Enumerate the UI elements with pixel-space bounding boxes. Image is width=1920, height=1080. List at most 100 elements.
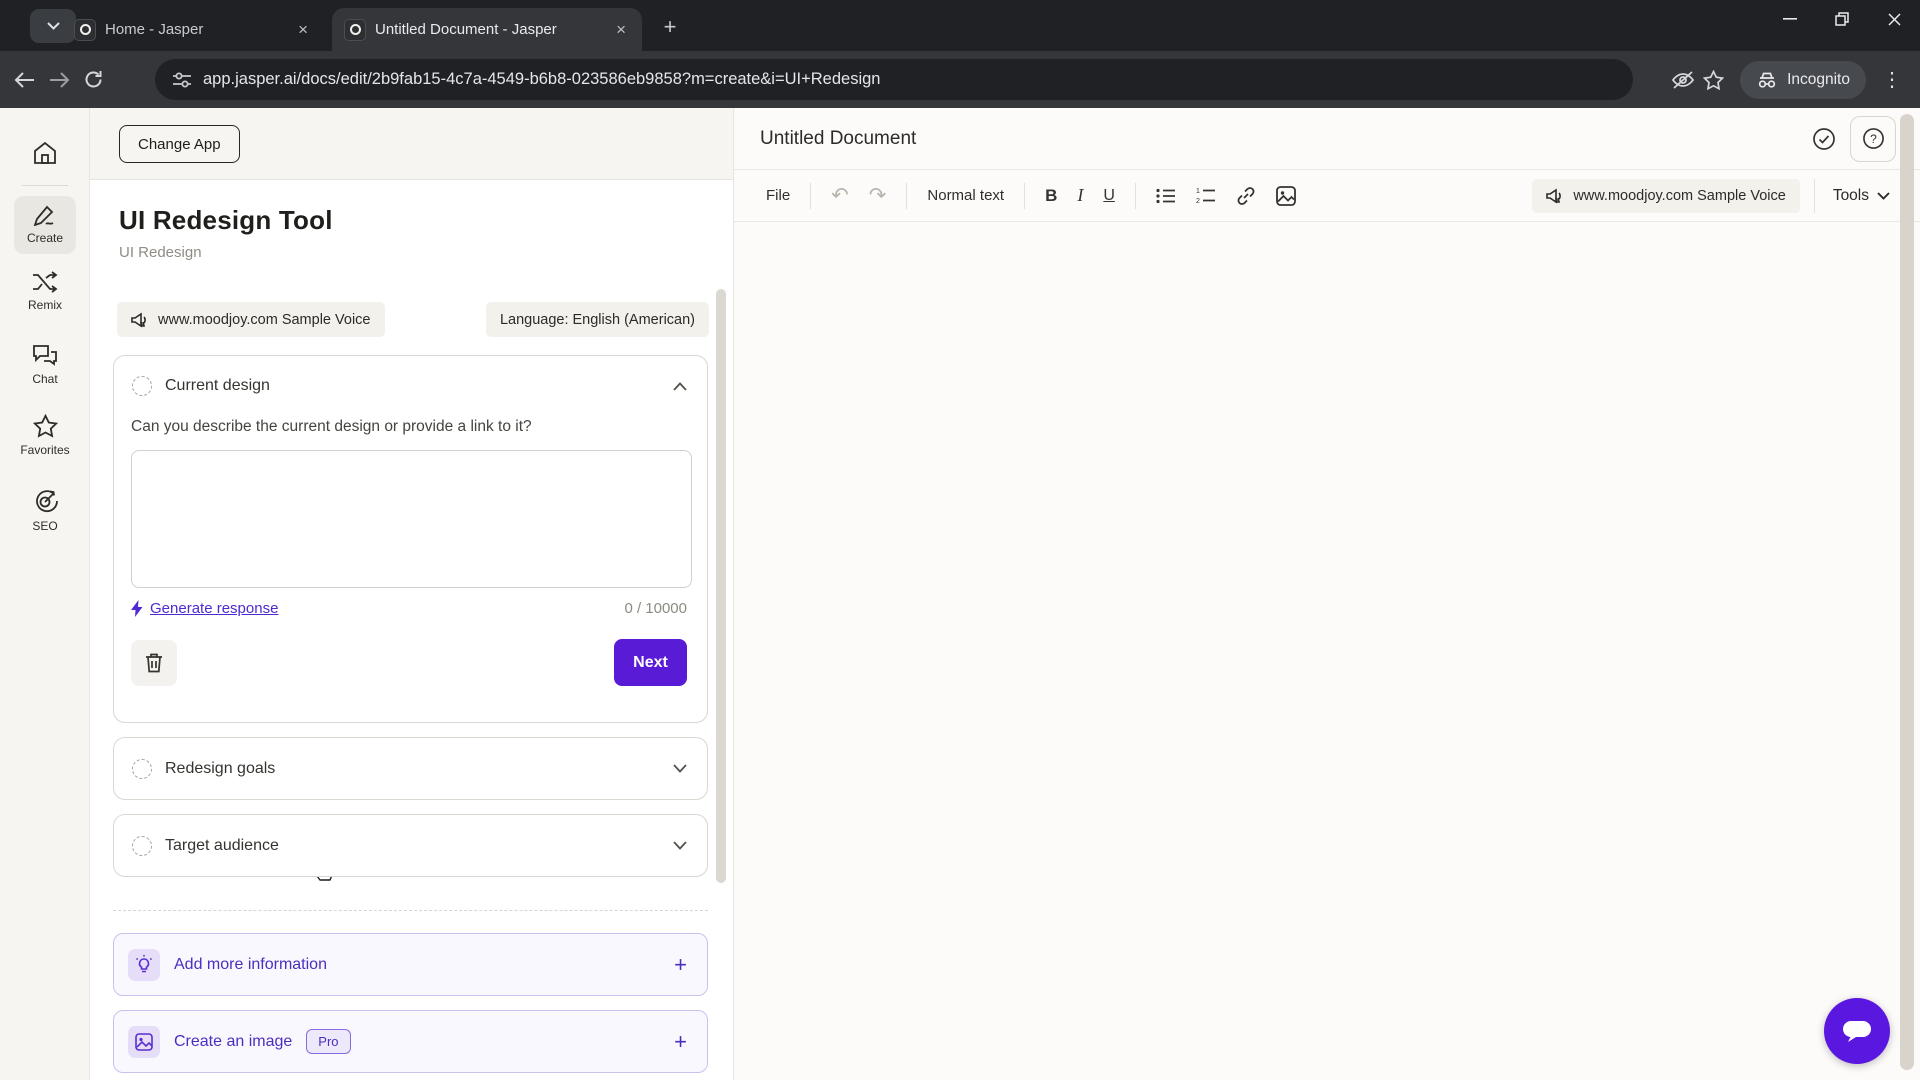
italic-button[interactable]: I <box>1067 185 1093 206</box>
chevron-down-icon <box>1877 191 1890 200</box>
current-design-card: Current design Can you describe the curr… <box>113 355 708 881</box>
incognito-badge: Incognito <box>1740 60 1866 99</box>
incognito-icon <box>1758 72 1776 88</box>
svg-text:1: 1 <box>1196 188 1200 195</box>
sidebar-item-home[interactable] <box>0 141 90 165</box>
lightning-icon <box>131 600 143 617</box>
window-minimize-button[interactable] <box>1764 0 1816 38</box>
redesign-goals-card[interactable]: Redesign goals <box>113 737 708 800</box>
document-editor: Untitled Document ? File ↶ ↷ Normal text… <box>734 108 1920 1080</box>
numbered-list-button[interactable]: 12 <box>1186 187 1226 204</box>
voice-selector-chip[interactable]: www.moodjoy.com Sample Voice <box>1532 178 1800 213</box>
close-tab-icon[interactable]: × <box>612 20 630 40</box>
url-omnibox[interactable]: app.jasper.ai/docs/edit/2b9fab15-4c7a-45… <box>155 59 1633 100</box>
rail-divider <box>22 185 68 186</box>
megaphone-icon <box>1546 188 1562 203</box>
site-info-icon[interactable] <box>173 72 191 88</box>
sidebar-item-label: SEO <box>32 519 58 533</box>
document-title[interactable]: Untitled Document <box>760 128 916 150</box>
back-button[interactable] <box>14 71 35 88</box>
home-icon <box>34 141 56 164</box>
sidebar-item-chat[interactable]: Chat <box>0 344 90 386</box>
delete-button[interactable] <box>131 639 177 686</box>
add-more-information-row[interactable]: Add more information + <box>113 933 708 996</box>
browser-tab-strip: Home - Jasper × Untitled Document - Jasp… <box>0 0 1920 51</box>
step-progress-circle-icon <box>132 376 152 396</box>
pen-icon <box>33 205 54 226</box>
bullet-list-icon <box>1156 188 1175 203</box>
forward-button[interactable] <box>49 71 70 88</box>
browser-address-bar: app.jasper.ai/docs/edit/2b9fab15-4c7a-45… <box>0 51 1920 108</box>
target-audience-card[interactable]: Target audience <box>113 814 708 877</box>
tool-title: UI Redesign Tool <box>119 205 333 235</box>
current-design-header[interactable]: Current design <box>114 356 707 410</box>
redo-button[interactable]: ↷ <box>859 183 897 208</box>
current-design-textarea[interactable] <box>131 450 692 588</box>
svg-text:2: 2 <box>1196 198 1200 204</box>
create-an-image-row[interactable]: Create an image Pro + <box>113 1010 708 1073</box>
sidebar-item-seo[interactable]: SEO <box>0 490 90 533</box>
link-icon <box>1237 186 1255 205</box>
chevron-up-icon[interactable] <box>673 381 687 391</box>
window-restore-button[interactable] <box>1816 0 1868 38</box>
trash-icon <box>146 653 162 672</box>
sidebar-item-remix[interactable]: Remix <box>0 271 90 312</box>
support-chat-fab[interactable] <box>1824 998 1890 1064</box>
file-menu[interactable]: File <box>756 187 800 204</box>
question-circle-icon: ? <box>1862 128 1884 149</box>
help-button[interactable]: ? <box>1850 115 1896 162</box>
star-icon <box>1703 69 1725 90</box>
tab-home-jasper[interactable]: Home - Jasper × <box>62 8 324 51</box>
sidebar-item-label: Chat <box>32 372 58 386</box>
sidebar-item-create[interactable]: Create <box>0 204 90 245</box>
section-title: Current design <box>165 377 270 394</box>
text-style-dropdown[interactable]: Normal text <box>917 187 1014 204</box>
left-icon-rail: Create Remix Chat Favorites SEO <box>0 108 90 1080</box>
insert-link-button[interactable] <box>1226 186 1266 206</box>
next-button[interactable]: Next <box>614 639 687 686</box>
reload-button[interactable] <box>84 70 103 89</box>
tab-title: Home - Jasper <box>105 21 204 38</box>
generate-response-link[interactable]: Generate response <box>131 600 278 617</box>
chevron-down-icon <box>46 22 60 30</box>
tool-subtitle: UI Redesign <box>119 244 202 261</box>
tools-dropdown[interactable]: Tools <box>1813 178 1894 213</box>
restore-icon <box>1835 12 1849 26</box>
voice-selector-chip[interactable]: www.moodjoy.com Sample Voice <box>117 302 385 337</box>
bookmark-star-button[interactable] <box>1703 69 1725 90</box>
password-eye-off-button[interactable] <box>1671 70 1695 90</box>
jasper-favicon-icon <box>74 18 96 41</box>
star-icon <box>32 414 58 438</box>
page-scrollbar[interactable] <box>1900 114 1914 1070</box>
chat-bubble-icon <box>1843 1021 1871 1042</box>
step-progress-circle-icon <box>132 835 152 856</box>
target-icon <box>35 490 58 513</box>
minimize-icon <box>1783 18 1797 20</box>
panel-scrollbar[interactable] <box>716 289 726 883</box>
new-tab-button[interactable]: + <box>655 12 685 42</box>
undo-button[interactable]: ↶ <box>821 183 859 208</box>
shuffle-icon <box>33 271 58 293</box>
numbered-list-icon: 12 <box>1196 188 1215 204</box>
language-chip-label: Language: English (American) <box>499 311 695 328</box>
language-selector-chip[interactable]: Language: English (American) <box>485 302 709 337</box>
lightbulb-icon <box>135 955 153 973</box>
image-icon <box>1276 185 1296 206</box>
question-text: Can you describe the current design or p… <box>131 418 532 435</box>
underline-button[interactable]: U <box>1093 187 1125 205</box>
panel-header: Change App <box>90 108 733 180</box>
incognito-label: Incognito <box>1787 70 1850 88</box>
window-close-button[interactable] <box>1868 0 1920 38</box>
bold-button[interactable]: B <box>1035 186 1067 206</box>
browser-menu-button[interactable]: ⋮ <box>1882 67 1902 92</box>
change-app-button[interactable]: Change App <box>119 125 240 163</box>
tab-untitled-document[interactable]: Untitled Document - Jasper × <box>332 8 642 51</box>
insert-image-button[interactable] <box>1266 185 1306 206</box>
svg-text:?: ? <box>1870 132 1877 146</box>
chat-bubbles-icon <box>33 345 57 366</box>
forward-arrow-icon <box>50 71 70 88</box>
close-tab-icon[interactable]: × <box>294 20 312 40</box>
step-progress-circle-icon <box>132 758 152 779</box>
bullet-list-button[interactable] <box>1146 188 1186 204</box>
sidebar-item-favorites[interactable]: Favorites <box>0 414 90 457</box>
